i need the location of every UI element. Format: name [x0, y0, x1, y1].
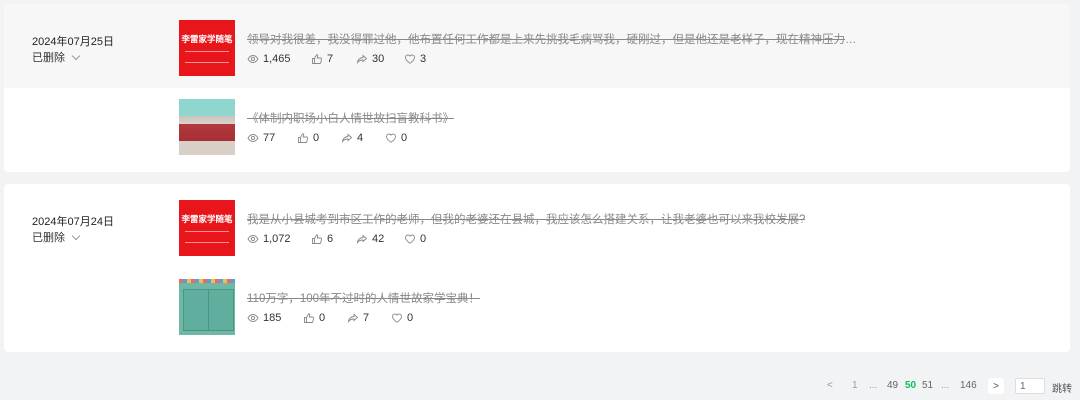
share-icon [347, 313, 359, 324]
likes-count: 0 [313, 132, 320, 144]
likes-stat: 0 [297, 132, 341, 144]
thumb-up-icon [312, 234, 322, 244]
share-icon [341, 133, 353, 144]
thumbnail-decoration [185, 51, 229, 63]
thumb-up-icon [298, 133, 308, 143]
shares-stat: 42 [356, 233, 404, 245]
prev-page-button[interactable]: < [827, 380, 833, 391]
shares-stat: 30 [356, 53, 404, 65]
favs-stat: 0 [391, 312, 413, 324]
shares-count: 42 [372, 233, 385, 245]
thumbnail-decoration [183, 289, 209, 331]
article-thumbnail[interactable] [179, 99, 235, 155]
ellipsis[interactable]: ... [869, 380, 877, 391]
article-stats: 1,465 7 30 3 [247, 53, 426, 65]
views-count: 185 [263, 312, 282, 324]
article-stats: 77 0 4 0 [247, 132, 407, 144]
favs-stat: 0 [385, 132, 407, 144]
post-date: 2024年07月24日 [32, 216, 114, 228]
page-current[interactable]: 50 [905, 380, 916, 391]
thumb-up-icon [304, 313, 314, 323]
thumb-up-icon [312, 54, 322, 64]
likes-stat: 7 [311, 53, 356, 65]
views-stat: 1,465 [247, 53, 311, 65]
heart-icon [386, 133, 396, 143]
eye-icon [247, 134, 259, 142]
heart-icon [392, 313, 402, 323]
eye-icon [247, 314, 259, 322]
shares-count: 7 [363, 312, 370, 324]
chevron-right-icon: > [993, 380, 999, 392]
post-date: 2024年07月25日 [32, 36, 114, 48]
share-icon [356, 234, 368, 245]
article-title[interactable]: 领导对我很差，我没得罪过他，他布置任何工作都是上来先挑我毛病骂我，硬刚过，但是他… [247, 31, 867, 47]
favs-count: 3 [420, 53, 427, 65]
status-label: 已删除 [32, 52, 65, 64]
jump-button[interactable]: 跳转 [1052, 380, 1072, 395]
views-stat: 77 [247, 132, 297, 144]
likes-count: 7 [327, 53, 334, 65]
thumbnail-decoration [185, 231, 229, 243]
article-stats: 1,072 6 42 0 [247, 233, 426, 245]
thumbnail-decoration [179, 279, 235, 283]
likes-stat: 6 [311, 233, 356, 245]
likes-count: 0 [319, 312, 326, 324]
favs-stat: 0 [404, 233, 426, 245]
views-stat: 1,072 [247, 233, 311, 245]
page-49[interactable]: 49 [887, 380, 898, 391]
favs-stat: 3 [404, 53, 426, 65]
shares-count: 30 [372, 53, 385, 65]
heart-icon [405, 54, 415, 64]
heart-icon [405, 234, 415, 244]
shares-stat: 4 [341, 132, 385, 144]
article-thumbnail[interactable] [179, 279, 235, 335]
article-thumbnail[interactable]: 李雷家学随笔 [179, 200, 235, 256]
next-page-button[interactable]: > [988, 378, 1004, 394]
thumbnail-text: 李雷家学随笔 [181, 34, 233, 44]
views-count: 1,072 [263, 233, 291, 245]
likes-count: 6 [327, 233, 334, 245]
ellipsis[interactable]: ... [941, 380, 949, 391]
eye-icon [247, 235, 259, 243]
article-title[interactable]: 《体制内职场小白人情世故扫盲教科书》 [247, 110, 454, 126]
favs-count: 0 [407, 312, 414, 324]
chevron-down-icon [71, 51, 81, 60]
eye-icon [247, 55, 259, 63]
chevron-down-icon [71, 231, 81, 240]
page-146[interactable]: 146 [960, 380, 977, 391]
pagination: < 1 ... 49 50 51 ... 146 > 跳转 [0, 378, 1080, 396]
views-stat: 185 [247, 312, 303, 324]
favs-count: 0 [401, 132, 408, 144]
thumbnail-text: 李雷家学随笔 [181, 214, 233, 224]
page-1[interactable]: 1 [852, 380, 858, 391]
article-title[interactable]: 110万字，100年不过时的人情世故家学宝典！ [247, 290, 480, 306]
status-dropdown[interactable]: 已删除 [32, 229, 81, 245]
page-jump-input[interactable] [1015, 378, 1045, 394]
post-card: 2024年07月24日 已删除 李雷家学随笔 我是从小县城考到市区工作的老师，但… [4, 184, 1070, 352]
shares-count: 4 [357, 132, 364, 144]
article-thumbnail[interactable]: 李雷家学随笔 [179, 20, 235, 76]
favs-count: 0 [420, 233, 427, 245]
page-51[interactable]: 51 [922, 380, 933, 391]
likes-stat: 0 [303, 312, 347, 324]
share-icon [356, 54, 368, 65]
article-title[interactable]: 我是从小县城考到市区工作的老师，但我的老婆还在县城，我应该怎么搭建关系，让我老婆… [247, 211, 805, 227]
article-stats: 185 0 7 0 [247, 312, 413, 324]
post-card: 2024年07月25日 已删除 李雷家学随笔 领导对我很差，我没得罪过他，他布置… [4, 4, 1070, 172]
thumbnail-decoration [208, 289, 234, 331]
views-count: 77 [263, 132, 276, 144]
shares-stat: 7 [347, 312, 391, 324]
views-count: 1,465 [263, 53, 291, 65]
status-label: 已删除 [32, 232, 65, 244]
status-dropdown[interactable]: 已删除 [32, 49, 81, 65]
